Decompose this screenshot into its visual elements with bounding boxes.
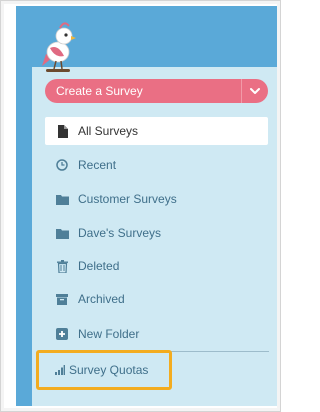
create-survey-button[interactable]: Create a Survey (45, 79, 268, 103)
create-survey-label: Create a Survey (56, 84, 143, 98)
bar-chart-icon (54, 363, 66, 377)
survey-quotas-label: Survey Quotas (69, 363, 149, 377)
nav-item-all-surveys[interactable]: All Surveys (45, 117, 268, 145)
chevron-down-icon (250, 88, 260, 94)
nav-item-label: Dave's Surveys (78, 226, 161, 240)
nav-item-label: Recent (78, 158, 117, 172)
nav-item-new-folder[interactable]: New Folder (45, 320, 139, 348)
nav-item-label: Deleted (78, 259, 120, 273)
nav-item-label: Archived (78, 292, 125, 306)
folder-icon (55, 192, 69, 206)
clock-icon (55, 158, 69, 172)
bird-logo (42, 22, 76, 72)
survey-quotas-link[interactable]: Survey Quotas (36, 350, 172, 390)
nav-item-label: All Surveys (78, 124, 139, 138)
folder-icon (55, 226, 69, 240)
trash-icon (55, 259, 69, 273)
nav-item-archived[interactable]: Archived (45, 285, 125, 313)
nav-item-customer-surveys[interactable]: Customer Surveys (45, 185, 177, 213)
nav-item-recent[interactable]: Recent (45, 151, 116, 179)
create-menu-caret[interactable] (242, 79, 268, 103)
plus-square-icon (55, 327, 69, 341)
nav-item-label: Customer Surveys (78, 192, 177, 206)
nav-item-label: New Folder (78, 327, 140, 341)
file-icon (55, 124, 69, 138)
archive-icon (55, 292, 69, 306)
nav-item-daves-surveys[interactable]: Dave's Surveys (45, 219, 161, 247)
nav-item-deleted[interactable]: Deleted (45, 252, 119, 280)
